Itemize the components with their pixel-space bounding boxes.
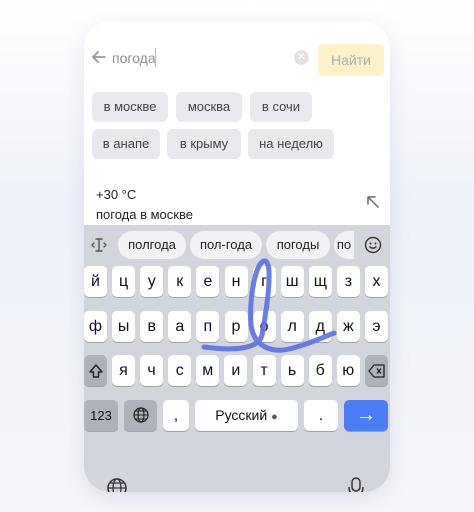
- key-я[interactable]: я: [112, 355, 135, 386]
- insert-suggestion-icon[interactable]: [366, 195, 380, 209]
- comma-key[interactable]: ,: [163, 400, 189, 431]
- suggestion-chip[interactable]: на неделю: [248, 129, 334, 159]
- globe-icon[interactable]: [106, 477, 128, 492]
- globe-icon: [132, 407, 149, 423]
- suggestion-chip[interactable]: в крыму: [167, 129, 241, 159]
- word-suggestion[interactable]: пол-года: [190, 231, 262, 259]
- keyboard: полгода пол-года погоды по йцукенгшщзх ф…: [84, 225, 390, 492]
- key-з[interactable]: з: [336, 266, 360, 297]
- period-key[interactable]: .: [304, 400, 338, 431]
- keyboard-bottom-bar: [84, 467, 390, 492]
- key-ж[interactable]: ж: [336, 311, 360, 342]
- key-ц[interactable]: ц: [112, 266, 136, 297]
- key-ч[interactable]: ч: [140, 355, 164, 386]
- backspace-key[interactable]: [365, 355, 388, 386]
- key-ы[interactable]: ы: [112, 311, 136, 342]
- find-button[interactable]: Найти: [318, 44, 384, 76]
- key-х[interactable]: х: [365, 266, 388, 297]
- enter-key[interactable]: →: [344, 400, 388, 431]
- weather-temperature: +30 °C: [96, 187, 137, 202]
- key-к[interactable]: к: [168, 266, 192, 297]
- key-у[interactable]: у: [140, 266, 164, 297]
- key-н[interactable]: н: [224, 266, 248, 297]
- search-bar: погода ✕ Найти: [84, 36, 390, 82]
- space-label: Русский: [215, 407, 268, 423]
- key-т[interactable]: т: [252, 355, 276, 386]
- search-input[interactable]: погода: [112, 50, 156, 66]
- space-key[interactable]: Русский ●: [195, 400, 298, 431]
- language-key[interactable]: [124, 400, 157, 431]
- key-р[interactable]: р: [224, 311, 248, 342]
- text-caret: [155, 48, 156, 67]
- emoji-icon[interactable]: [364, 236, 382, 254]
- key-л[interactable]: л: [280, 311, 304, 342]
- suggestion-chip[interactable]: в москве: [92, 92, 168, 122]
- shift-icon: [88, 364, 103, 378]
- key-д[interactable]: д: [308, 311, 332, 342]
- suggestion-chip[interactable]: в анапе: [92, 129, 160, 159]
- weather-answer[interactable]: +30 °C погода в москве: [84, 173, 390, 231]
- key-й[interactable]: й: [84, 266, 107, 297]
- back-arrow-icon[interactable]: [90, 48, 108, 66]
- key-ь[interactable]: ь: [280, 355, 304, 386]
- suggestion-chip[interactable]: москва: [176, 92, 242, 122]
- microphone-small-icon: ●: [271, 411, 278, 423]
- numbers-key[interactable]: 123: [84, 400, 118, 431]
- shift-key[interactable]: [84, 355, 107, 386]
- key-ш[interactable]: ш: [280, 266, 304, 297]
- key-в[interactable]: в: [140, 311, 164, 342]
- key-щ[interactable]: щ: [308, 266, 332, 297]
- key-п[interactable]: п: [196, 311, 220, 342]
- key-а[interactable]: а: [168, 311, 192, 342]
- word-suggestion[interactable]: погоды: [266, 231, 330, 259]
- microphone-icon[interactable]: [346, 476, 366, 492]
- key-с[interactable]: с: [168, 355, 192, 386]
- key-м[interactable]: м: [196, 355, 220, 386]
- backspace-icon: [367, 364, 385, 378]
- word-suggestion[interactable]: полгода: [118, 231, 186, 259]
- key-и[interactable]: и: [224, 355, 248, 386]
- word-suggestion[interactable]: по: [334, 231, 354, 259]
- clear-icon[interactable]: ✕: [294, 50, 309, 65]
- cursor-control-icon[interactable]: [90, 236, 108, 254]
- key-ю[interactable]: ю: [336, 355, 360, 386]
- phone-screen: погода ✕ Найти в москве москва в сочи в …: [84, 22, 390, 492]
- key-ф[interactable]: ф: [84, 311, 107, 342]
- suggestion-chip[interactable]: в сочи: [250, 92, 312, 122]
- key-э[interactable]: э: [365, 311, 388, 342]
- key-б[interactable]: б: [308, 355, 332, 386]
- key-о[interactable]: о: [252, 311, 276, 342]
- weather-query: погода в москве: [96, 207, 193, 222]
- key-е[interactable]: е: [196, 266, 220, 297]
- key-г[interactable]: г: [252, 266, 276, 297]
